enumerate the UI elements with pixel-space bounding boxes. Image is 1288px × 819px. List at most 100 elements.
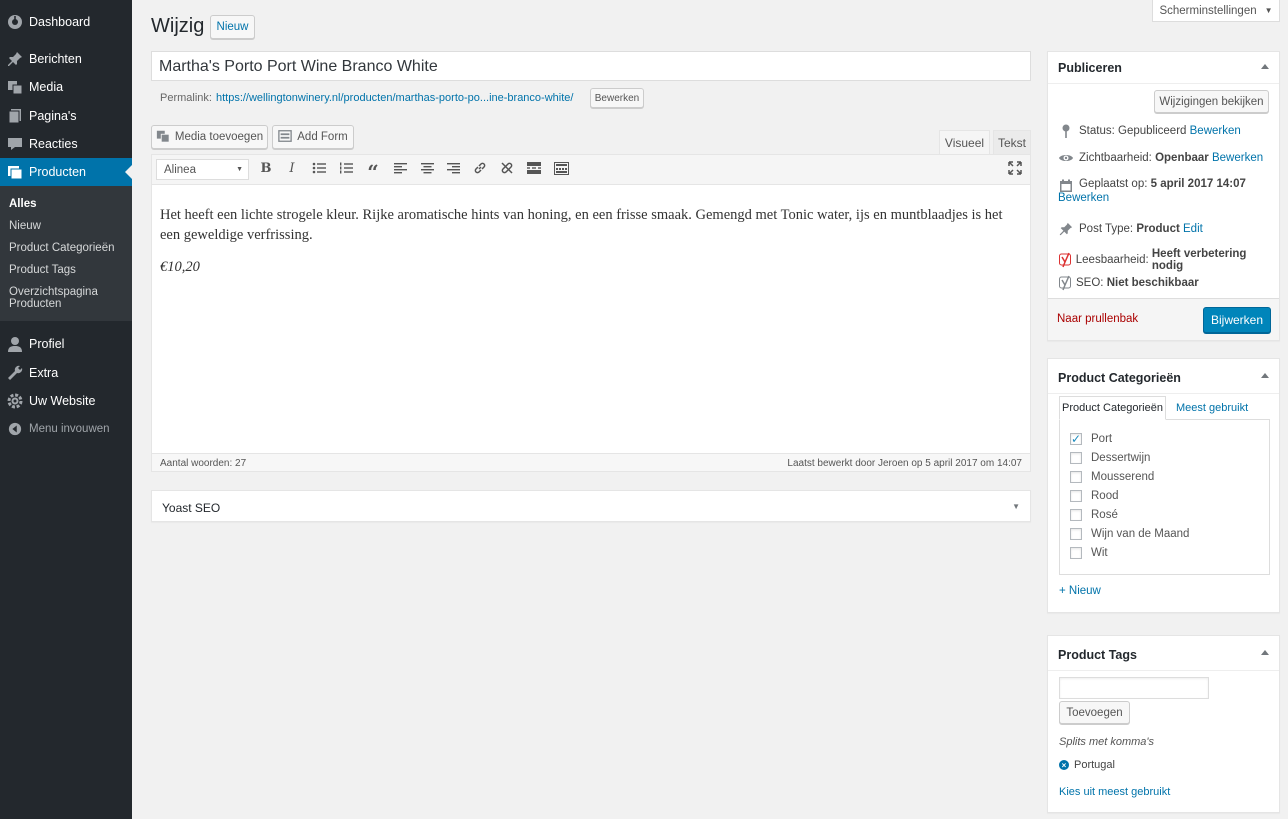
tab-all-categories[interactable]: Product Categorieën <box>1059 396 1166 420</box>
submenu-item-product-tags[interactable]: Product Tags <box>9 264 129 276</box>
link-icon[interactable] <box>472 160 488 176</box>
align-right-icon[interactable] <box>445 160 461 176</box>
media-icon <box>156 129 170 146</box>
add-form-button[interactable]: Add Form <box>272 125 354 149</box>
update-button[interactable]: Bijwerken <box>1203 307 1271 333</box>
post-type-label: Post Type: <box>1079 223 1134 235</box>
tab-most-used[interactable]: Meest gebruikt <box>1176 396 1248 420</box>
italic-icon[interactable]: I <box>284 160 300 176</box>
divider <box>1048 83 1279 84</box>
main-content: Scherminstellingen ▼ Wijzig Nieuw Martha… <box>132 0 1288 819</box>
post-type-value: Product <box>1136 223 1180 235</box>
toolbar-toggle-icon[interactable] <box>553 160 569 176</box>
yoast-seo-box[interactable]: Yoast SEO ▼ <box>151 490 1031 522</box>
bold-icon[interactable]: B <box>258 160 274 176</box>
post-title-input[interactable]: Martha's Porto Port Wine Branco White <box>151 51 1031 81</box>
settings-icon <box>7 393 23 409</box>
tab-text[interactable]: Tekst <box>993 130 1031 155</box>
add-new-button[interactable]: Nieuw <box>210 15 255 39</box>
caret-up-icon[interactable] <box>1261 373 1269 378</box>
trash-link[interactable]: Naar prullenbak <box>1057 313 1138 325</box>
divider <box>1048 393 1279 394</box>
editor-frame <box>151 154 1031 472</box>
user-icon <box>7 336 23 352</box>
add-new-category-link[interactable]: + Nieuw <box>1059 585 1101 597</box>
word-count: Aantal woorden: 27 <box>160 458 247 469</box>
divider <box>1048 670 1279 671</box>
sidebar-item-label: Menu invouwen <box>29 423 110 435</box>
category-item[interactable]: Rosé <box>1070 509 1118 521</box>
checkbox-dessertwijn[interactable] <box>1070 452 1082 464</box>
visibility-edit-link[interactable]: Bewerken <box>1212 152 1263 164</box>
sidebar-item-berichten[interactable]: Berichten <box>0 45 132 73</box>
submenu-item-alles[interactable]: Alles <box>9 198 129 210</box>
sidebar-item-extra[interactable]: Extra <box>0 359 132 387</box>
category-item[interactable]: Wijn van de Maand <box>1070 528 1189 540</box>
products-icon <box>7 164 23 180</box>
blockquote-icon[interactable]: “ <box>365 160 381 184</box>
category-item[interactable]: Rood <box>1070 490 1119 502</box>
permalink-edit-button[interactable]: Bewerken <box>590 88 644 108</box>
sidebar-item-dashboard[interactable]: Dashboard <box>0 8 132 36</box>
sidebar-item-paginas[interactable]: Pagina's <box>0 102 132 130</box>
checkbox-wit[interactable] <box>1070 547 1082 559</box>
wrench-icon <box>7 365 23 381</box>
submenu-item-product-categorieen[interactable]: Product Categorieën <box>9 242 129 254</box>
collapse-menu-button[interactable]: Menu invouwen <box>0 415 132 443</box>
caret-down-icon[interactable]: ▼ <box>1012 502 1020 511</box>
editor-content-price[interactable]: €10,20 <box>160 259 200 276</box>
product-tags-box: Product Tags Toevoegen Splits met komma'… <box>1047 635 1280 813</box>
checkbox-mousserend[interactable] <box>1070 471 1082 483</box>
submenu-item-overzichtspagina[interactable]: Overzichtspagina Producten <box>9 286 129 310</box>
date-value: 5 april 2017 14:07 <box>1150 178 1246 190</box>
pin-icon <box>7 51 23 67</box>
media-add-button[interactable]: Media toevoegen <box>151 125 268 149</box>
choose-popular-tags-link[interactable]: Kies uit meest gebruikt <box>1059 786 1170 798</box>
sidebar-item-uw-website[interactable]: Uw Website <box>0 387 132 415</box>
tag-item: × Portugal <box>1059 759 1115 771</box>
seo-value: Niet beschikbaar <box>1106 277 1199 289</box>
editor-content-paragraph[interactable]: Het heeft een lichte strogele kleur. Rij… <box>160 205 1020 245</box>
yoast-seo-icon <box>1058 275 1074 291</box>
caret-up-icon[interactable] <box>1261 64 1269 69</box>
category-item[interactable]: Wit <box>1070 547 1108 559</box>
submenu-item-nieuw[interactable]: Nieuw <box>9 220 129 232</box>
align-left-icon[interactable] <box>392 160 408 176</box>
remove-tag-icon[interactable]: × <box>1059 760 1069 770</box>
date-edit-link[interactable]: Bewerken <box>1058 192 1109 204</box>
add-tag-button[interactable]: Toevoegen <box>1059 701 1130 724</box>
checkbox-rose[interactable] <box>1070 509 1082 521</box>
sidebar-item-label: Uw Website <box>29 394 96 408</box>
screen-options-button[interactable]: Scherminstellingen ▼ <box>1152 0 1280 22</box>
visibility-value: Openbaar <box>1155 152 1209 164</box>
preview-changes-button[interactable]: Wijzigingen bekijken <box>1154 90 1269 113</box>
tag-input[interactable] <box>1059 677 1209 699</box>
sidebar-item-producten[interactable]: Producten <box>0 158 132 186</box>
fullscreen-icon[interactable] <box>1007 160 1023 176</box>
checkbox-wijn-van-de-maand[interactable] <box>1070 528 1082 540</box>
checkbox-port[interactable]: ✓ <box>1070 432 1082 446</box>
publish-box: Publiceren Wijzigingen bekijken Status: … <box>1047 51 1280 341</box>
format-select[interactable]: Alinea ▼ <box>156 159 249 180</box>
read-more-icon[interactable] <box>526 160 542 176</box>
category-item[interactable]: Dessertwijn <box>1070 452 1150 464</box>
comments-icon <box>7 136 23 152</box>
unlink-icon[interactable] <box>499 160 515 176</box>
bulleted-list-icon[interactable] <box>311 160 327 176</box>
tab-visual[interactable]: Visueel <box>939 130 990 155</box>
eye-icon <box>1058 150 1074 166</box>
category-label: Dessertwijn <box>1091 452 1151 464</box>
status-edit-link[interactable]: Bewerken <box>1190 125 1241 137</box>
numbered-list-icon[interactable] <box>338 160 354 176</box>
category-item[interactable]: ✓ Port <box>1070 432 1112 446</box>
category-item[interactable]: Mousserend <box>1070 471 1154 483</box>
post-type-edit-link[interactable]: Edit <box>1183 223 1203 235</box>
sidebar-item-reacties[interactable]: Reacties <box>0 130 132 158</box>
sidebar-item-media[interactable]: Media <box>0 73 132 101</box>
align-center-icon[interactable] <box>419 160 435 176</box>
permalink-link[interactable]: https://wellingtonwinery.nl/producten/ma… <box>216 92 573 104</box>
caret-up-icon[interactable] <box>1261 650 1269 655</box>
checkbox-rood[interactable] <box>1070 490 1082 502</box>
sidebar-item-profiel[interactable]: Profiel <box>0 330 132 358</box>
tag-hint: Splits met komma's <box>1059 736 1155 748</box>
